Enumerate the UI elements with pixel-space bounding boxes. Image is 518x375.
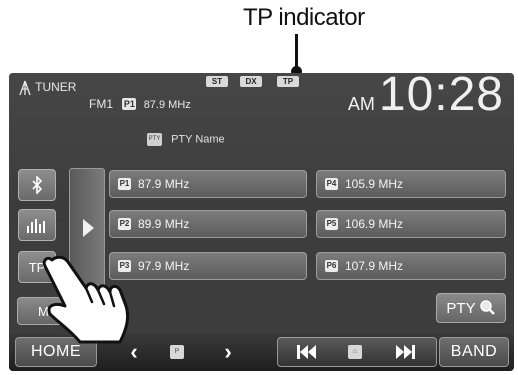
magnifier-icon [479, 300, 495, 315]
preset-frequency: 106.9 MHz [345, 217, 404, 231]
skip-back-icon [297, 345, 316, 359]
preset-list-icon: P [170, 345, 184, 359]
equalizer-button[interactable] [18, 209, 56, 241]
search-mode-button[interactable]: ⌂ [337, 337, 373, 367]
band-frequency: FM1 P1 87.9 MHz [89, 97, 191, 111]
arrow-right-icon [83, 219, 94, 237]
seek-back-button[interactable] [284, 337, 330, 367]
preset-button-2[interactable]: P2 89.9 MHz [109, 210, 307, 238]
current-preset-badge: P1 [122, 98, 137, 111]
pty-name-row: PTY PTY Name [147, 133, 225, 146]
source-name: TUNER [35, 80, 77, 95]
band-button[interactable]: BAND [439, 337, 509, 367]
antenna-icon [19, 80, 31, 96]
source-label: TUNER [19, 80, 76, 96]
current-frequency: 87.9 MHz [143, 98, 191, 111]
preset-frequency: 87.9 MHz [138, 177, 190, 191]
preset-button-6[interactable]: P6 107.9 MHz [316, 252, 506, 280]
preset-badge: P4 [325, 178, 338, 190]
chevron-right-icon: › [224, 339, 232, 364]
bluetooth-button[interactable] [18, 169, 56, 201]
clock-ampm: AM [347, 94, 375, 114]
clock-time: 10:28 [378, 73, 504, 121]
equalizer-icon [27, 219, 45, 233]
skip-forward-icon [396, 345, 415, 359]
preset-badge: P6 [325, 260, 338, 272]
preset-frequency: 89.9 MHz [138, 217, 190, 231]
preset-badge: P5 [325, 218, 338, 230]
band-label: FM1 [89, 97, 113, 111]
preset-badge: P1 [118, 178, 131, 190]
preset-badge: P2 [118, 218, 131, 230]
pty-icon: PTY [147, 133, 162, 146]
search-mode-icon: ⌂ [348, 345, 362, 359]
tp-indicator: TP [277, 76, 299, 87]
pty-search-label: PTY [446, 299, 476, 317]
preset-button-3[interactable]: P3 97.9 MHz [109, 252, 307, 280]
preset-frequency: 97.9 MHz [138, 259, 190, 273]
preset-button-1[interactable]: P1 87.9 MHz [109, 170, 307, 198]
preset-list-button[interactable]: P [159, 337, 195, 367]
clock: AM10:28 [348, 73, 504, 122]
st-indicator: ST [206, 76, 228, 87]
preset-frequency: 105.9 MHz [345, 177, 404, 191]
bluetooth-icon [32, 176, 43, 194]
preset-frequency: 107.9 MHz [345, 259, 404, 273]
dx-indicator: DX [240, 76, 262, 87]
tp-indicator-callout-label: TP indicator [243, 4, 365, 31]
pty-search-button[interactable]: PTY [436, 293, 506, 323]
pointing-hand-icon [42, 255, 130, 344]
preset-button-5[interactable]: P5 106.9 MHz [316, 210, 506, 238]
preset-button-4[interactable]: P4 105.9 MHz [316, 170, 506, 198]
seek-forward-button[interactable] [382, 337, 428, 367]
pty-name-text: PTY Name [171, 133, 225, 146]
preset-next-button[interactable]: › [205, 337, 251, 367]
